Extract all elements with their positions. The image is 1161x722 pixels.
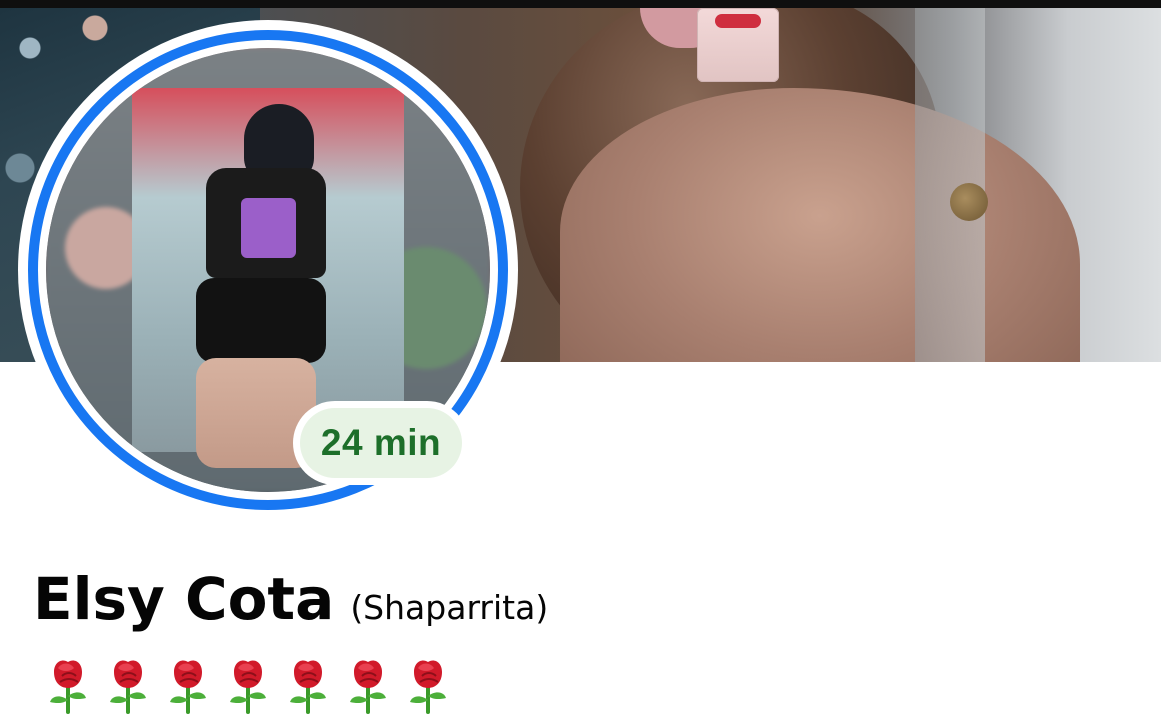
status-badge: 24 min	[300, 408, 462, 478]
avatar-person-print	[241, 198, 296, 258]
cover-skin-region	[560, 88, 1080, 362]
avatar-person-shorts	[196, 278, 326, 363]
profile-name: Elsy Cota	[33, 565, 335, 633]
cover-sticker	[697, 8, 779, 82]
top-system-strip	[0, 0, 1161, 8]
rose-icon	[104, 656, 152, 714]
rose-icon	[224, 656, 272, 714]
profile-name-row: Elsy Cota (Shaparrita)	[33, 565, 548, 645]
rose-icon	[44, 656, 92, 714]
rose-icon	[164, 656, 212, 714]
rose-icon	[284, 656, 332, 714]
status-badge-text: 24 min	[320, 422, 442, 463]
bio-emoji-row	[44, 656, 452, 714]
rose-icon	[344, 656, 392, 714]
profile-alt-name: (Shaparrita)	[350, 588, 549, 627]
rose-icon	[404, 656, 452, 714]
cover-door-knob	[950, 183, 988, 221]
